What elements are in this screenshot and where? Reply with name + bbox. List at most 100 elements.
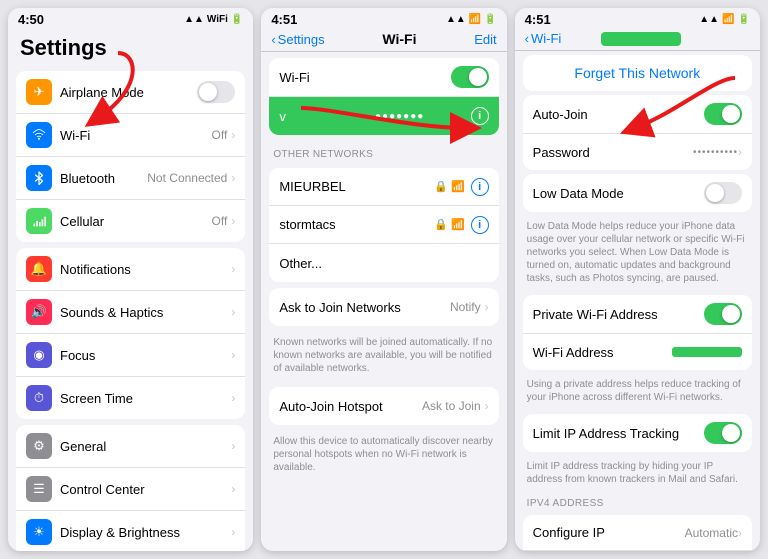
signal-icon-3: ▲▲ — [699, 14, 719, 25]
airplane-mode-item[interactable]: ✈ Airplane Mode — [16, 71, 245, 114]
time-3: 4:51 — [525, 12, 551, 27]
password-dots: •••••••••• — [693, 147, 738, 158]
connected-network-dots: ●●●●●●● — [375, 111, 471, 122]
password-item[interactable]: Password •••••••••• › — [523, 134, 752, 170]
auto-join-section: Auto-Join Hotspot Ask to Join › — [269, 387, 498, 425]
notifications-item[interactable]: 🔔 Notifications › — [16, 248, 245, 291]
ask-join-chevron: › — [485, 300, 489, 314]
panel-settings: 4:50 ▲▲ WiFi 🔋 Settings ✈ Airplane Mode … — [8, 8, 253, 551]
nav-title-2: Wi-Fi — [382, 31, 416, 47]
connected-network-label: v — [279, 109, 375, 124]
auto-join-hotspot-item[interactable]: Auto-Join Hotspot Ask to Join › — [269, 387, 498, 425]
auto-join-detail-toggle[interactable] — [704, 103, 742, 125]
bluetooth-label: Bluetooth — [60, 171, 147, 186]
control-center-icon: ☰ — [26, 476, 52, 502]
status-icons-1: ▲▲ WiFi 🔋 — [184, 14, 243, 25]
general-item[interactable]: ⚙ General › — [16, 425, 245, 468]
limit-ip-toggle[interactable] — [704, 422, 742, 444]
mieurbel-info[interactable]: i — [471, 178, 489, 196]
forget-network-btn[interactable]: Forget This Network — [523, 55, 752, 91]
ask-join-item[interactable]: Ask to Join Networks Notify › — [269, 288, 498, 326]
limit-ip-item[interactable]: Limit IP Address Tracking — [523, 414, 752, 452]
auto-join-detail-item[interactable]: Auto-Join — [523, 95, 752, 134]
cellular-chevron: › — [231, 214, 235, 228]
focus-chevron: › — [231, 348, 235, 362]
ipv4-header: IPV4 ADDRESS — [515, 492, 760, 511]
wifi-toggle-item[interactable]: Wi-Fi — [269, 58, 498, 97]
auto-join-password-section: Auto-Join Password •••••••••• › — [523, 95, 752, 170]
display-item[interactable]: ☀ Display & Brightness › — [16, 511, 245, 551]
network-other[interactable]: Other... — [269, 244, 498, 282]
screen-time-icon: ⏱ — [26, 385, 52, 411]
configure-ip-item[interactable]: Configure IP Automatic › — [523, 515, 752, 551]
settings-scroll[interactable]: ✈ Airplane Mode Wi-Fi Off › Bluetooth No… — [8, 65, 253, 551]
nav-action-2[interactable]: Edit — [474, 32, 496, 47]
control-center-item[interactable]: ☰ Control Center › — [16, 468, 245, 511]
ipv4-section: Configure IP Automatic › IP Address — [523, 515, 752, 551]
network-name-bar — [601, 32, 681, 46]
stormtacs-info[interactable]: i — [471, 216, 489, 234]
wifi-toggle-label: Wi-Fi — [279, 70, 450, 85]
general-label: General — [60, 439, 231, 454]
other-networks-header: OTHER NETWORKS — [261, 141, 506, 162]
signal-icon-2: ▲▲ — [446, 14, 466, 25]
network-mieurbel[interactable]: MIEURBEL 🔒 📶 i — [269, 168, 498, 206]
screen-time-item[interactable]: ⏱ Screen Time › — [16, 377, 245, 419]
ask-join-value: Notify — [450, 300, 481, 314]
section-group-1: ✈ Airplane Mode Wi-Fi Off › Bluetooth No… — [16, 71, 245, 242]
mieurbel-label: MIEURBEL — [279, 179, 434, 194]
wifi-item[interactable]: Wi-Fi Off › — [16, 114, 245, 157]
wifi-toggle[interactable] — [451, 66, 489, 88]
panel-wifi: 4:51 ▲▲ 📶 🔋 ‹ Settings Wi-Fi Edit Wi-Fi … — [261, 8, 506, 551]
focus-icon: ◉ — [26, 342, 52, 368]
network-stormtacs[interactable]: stormtacs 🔒 📶 i — [269, 206, 498, 244]
connected-network-item[interactable]: v ●●●●●●● i — [269, 97, 498, 135]
section-group-3: ⚙ General › ☰ Control Center › ☀ Display… — [16, 425, 245, 551]
detail-scroll[interactable]: Forget This Network Auto-Join Password •… — [515, 51, 760, 551]
wifi-address-value — [672, 347, 742, 357]
ask-join-section: Ask to Join Networks Notify › — [269, 288, 498, 326]
connected-network-info[interactable]: i — [471, 107, 489, 125]
cellular-icon — [26, 208, 52, 234]
cellular-item[interactable]: Cellular Off › — [16, 200, 245, 242]
notifications-chevron: › — [231, 262, 235, 276]
low-data-toggle[interactable] — [704, 182, 742, 204]
other-networks-section: MIEURBEL 🔒 📶 i stormtacs 🔒 📶 i Other... — [269, 168, 498, 282]
wifi-scroll[interactable]: Wi-Fi v ●●●●●●● i OTHER NETWORKS MIEURBE… — [261, 52, 506, 551]
bluetooth-icon — [26, 165, 52, 191]
nav-back-2[interactable]: ‹ Settings — [271, 32, 324, 47]
wifi-address-desc: Using a private address helps reduce tra… — [515, 374, 760, 410]
wifi-icon-1: WiFi — [207, 14, 228, 25]
configure-ip-value: Automatic — [685, 526, 738, 540]
status-bar-1: 4:50 ▲▲ WiFi 🔋 — [8, 8, 253, 29]
private-wifi-section: Private Wi-Fi Address Wi-Fi Address — [523, 295, 752, 370]
limit-ip-desc: Limit IP address tracking by hiding your… — [515, 456, 760, 492]
section-group-2: 🔔 Notifications › 🔊 Sounds & Haptics › ◉… — [16, 248, 245, 419]
battery-icon-3: 🔋 — [738, 14, 750, 25]
configure-ip-label: Configure IP — [533, 525, 685, 540]
general-icon: ⚙ — [26, 433, 52, 459]
nav-bar-2: ‹ Settings Wi-Fi Edit — [261, 29, 506, 52]
settings-title: Settings — [20, 35, 241, 61]
sounds-item[interactable]: 🔊 Sounds & Haptics › — [16, 291, 245, 334]
time-2: 4:51 — [271, 12, 297, 27]
private-wifi-item[interactable]: Private Wi-Fi Address — [523, 295, 752, 334]
wifi-address-item[interactable]: Wi-Fi Address — [523, 334, 752, 370]
status-icons-2: ▲▲ 📶 🔋 — [446, 14, 497, 25]
auto-join-detail-label: Auto-Join — [533, 107, 704, 122]
bluetooth-item[interactable]: Bluetooth Not Connected › — [16, 157, 245, 200]
mieurbel-wifi: 📶 — [451, 180, 465, 193]
focus-item[interactable]: ◉ Focus › — [16, 334, 245, 377]
wifi-toggle-section: Wi-Fi v ●●●●●●● i — [269, 58, 498, 135]
ask-join-label: Ask to Join Networks — [279, 300, 450, 315]
status-bar-2: 4:51 ▲▲ 📶 🔋 — [261, 8, 506, 29]
airplane-toggle[interactable] — [197, 81, 235, 103]
low-data-item[interactable]: Low Data Mode — [523, 174, 752, 212]
display-chevron: › — [231, 525, 235, 539]
back-icon-3: ‹ — [525, 31, 529, 46]
other-label: Other... — [279, 256, 488, 271]
nav-back-3[interactable]: ‹ Wi-Fi — [525, 31, 562, 46]
private-wifi-toggle[interactable] — [704, 303, 742, 325]
status-bar-3: 4:51 ▲▲ 📶 🔋 — [515, 8, 760, 29]
sounds-label: Sounds & Haptics — [60, 305, 231, 320]
